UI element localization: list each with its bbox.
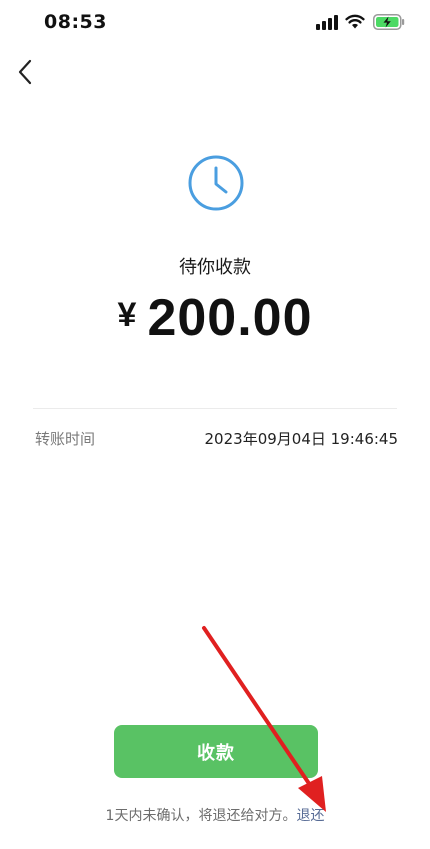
receive-button[interactable]: 收款	[114, 725, 318, 778]
transfer-time-value: 2023年09月04日 19:46:45	[204, 430, 398, 448]
signal-icon	[316, 15, 338, 30]
clock-icon	[188, 155, 244, 211]
status-bar: 08:53	[0, 0, 430, 46]
amount-value: 200.00	[147, 289, 313, 347]
transfer-amount: ¥200.00	[0, 288, 430, 348]
chevron-left-icon	[18, 59, 32, 85]
transfer-receipt-screen: 08:53 待你收款 ¥200.00 转账时间 2023年09月04日 19:4…	[0, 0, 430, 849]
return-link[interactable]: 退还	[296, 808, 324, 824]
status-title: 待你收款	[179, 257, 251, 278]
footer-note: 1天内未确认，将退还给对方。退还	[0, 805, 430, 825]
currency-symbol: ¥	[117, 296, 138, 334]
annotation-arrow	[202, 626, 326, 812]
divider	[33, 408, 397, 409]
battery-charging-icon	[373, 14, 405, 30]
footer-note-text: 1天内未确认，将退还给对方。	[105, 808, 297, 824]
wifi-icon	[345, 14, 365, 29]
status-time: 08:53	[44, 11, 107, 33]
transfer-time-label: 转账时间	[35, 430, 96, 448]
back-button[interactable]	[10, 55, 40, 89]
